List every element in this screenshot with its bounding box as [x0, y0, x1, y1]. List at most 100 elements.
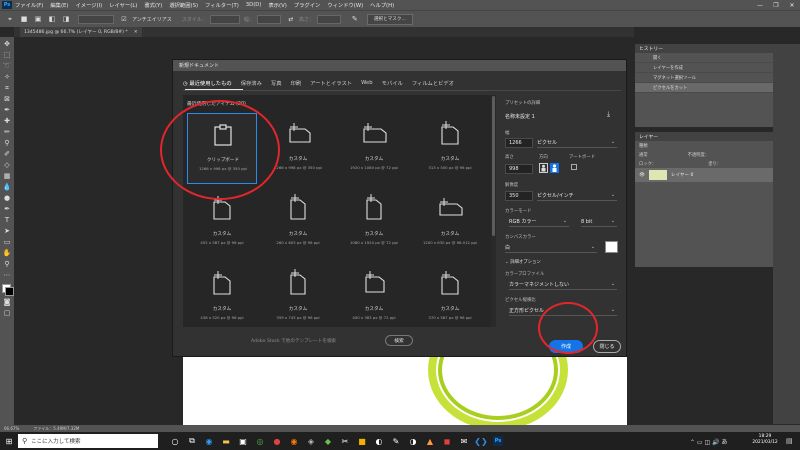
visibility-eye-icon[interactable]: 👁 — [639, 173, 645, 178]
layers-panel-title[interactable]: レイヤー — [635, 132, 773, 141]
preset-custom[interactable]: カスタム 260 x 603 px @ 96 ppi — [263, 188, 333, 259]
preset-custom[interactable]: カスタム 313 x 500 px @ 96 ppi — [415, 113, 485, 184]
intersect-selection-icon[interactable]: ◨ — [62, 15, 70, 23]
app-icon[interactable]: ◆ — [323, 436, 333, 446]
blur-tool-icon[interactable]: 💧 — [3, 183, 12, 191]
tab-art-illustration[interactable]: アートとイラスト — [310, 79, 352, 87]
color-mode-select[interactable]: RGB カラー ⌄ — [509, 217, 569, 227]
dodge-tool-icon[interactable]: ● — [3, 194, 11, 202]
app-icon[interactable]: ✉ — [459, 436, 469, 446]
close-window-button[interactable]: ✕ — [784, 0, 800, 10]
canvas-color-swatch[interactable] — [605, 241, 618, 253]
menu-select[interactable]: 選択範囲(S) — [169, 1, 198, 9]
marquee-tool-icon[interactable]: ⬚ — [3, 51, 11, 59]
document-name-field[interactable]: 名称未設定 1 — [505, 113, 535, 120]
layer-row[interactable]: 👁 レイヤー 0 — [635, 168, 773, 182]
tab-saved[interactable]: 保存済み — [241, 79, 262, 87]
clock[interactable]: 18:29 2021/03/12 — [748, 434, 782, 446]
history-item[interactable]: 開く — [635, 53, 773, 63]
preset-custom[interactable]: カスタム 436 x 520 px @ 96 ppi — [187, 263, 257, 334]
cortana-icon[interactable]: ○ — [170, 436, 180, 446]
layer-filter-select[interactable]: 種類 — [639, 143, 648, 149]
document-canvas[interactable] — [183, 350, 627, 430]
resolution-input[interactable]: 350 — [505, 191, 533, 201]
gradient-tool-icon[interactable]: ▦ — [3, 172, 11, 180]
document-tab[interactable]: 1345486.jpg @ 66.7% (レイヤー 0, RGB/8#) * ✕ — [20, 27, 142, 37]
advanced-options-toggle[interactable]: ⌄ 詳細オプション — [505, 259, 541, 265]
history-panel-title[interactable]: ヒストリー — [635, 44, 773, 53]
path-select-tool-icon[interactable]: ➤ — [3, 227, 11, 235]
photoshop-taskbar-icon[interactable]: Ps — [493, 436, 503, 446]
history-item[interactable]: レイヤーを作成 — [635, 63, 773, 73]
app-icon[interactable]: ◈ — [306, 436, 316, 446]
file-size-info[interactable]: ファイル：5.49M/7.32M — [33, 426, 79, 432]
eraser-tool-icon[interactable]: ◇ — [3, 161, 11, 169]
hand-tool-icon[interactable]: ✋ — [3, 249, 12, 257]
task-view-icon[interactable]: ⧉ — [187, 436, 197, 446]
height-input[interactable] — [316, 14, 341, 24]
notification-icon[interactable]: ▤ — [786, 437, 793, 445]
app-icon[interactable]: ✂ — [340, 436, 350, 446]
history-brush-tool-icon[interactable]: ✐ — [3, 150, 11, 158]
rectangle-tool-icon[interactable]: ▭ — [3, 238, 11, 246]
preset-custom[interactable]: カスタム 1200 x 630 px @ 96.012 ppi — [415, 188, 485, 259]
preset-custom[interactable]: カスタム 400 x 383 px @ 72 ppi — [339, 263, 409, 334]
app-icon[interactable]: ▲ — [425, 436, 435, 446]
tab-film-video[interactable]: フィルムとビデオ — [412, 79, 454, 87]
close-tab-icon[interactable]: ✕ — [134, 30, 138, 35]
menu-type[interactable]: 書式(Y) — [144, 1, 162, 9]
app-icon[interactable]: ■ — [357, 436, 367, 446]
tab-print[interactable]: 印刷 — [291, 79, 302, 87]
menu-filter[interactable]: フィルター(T) — [205, 1, 239, 9]
color-profile-select[interactable]: カラーマネジメントしない ⌄ — [509, 280, 617, 290]
width-unit-select[interactable]: ピクセル ⌄ — [537, 138, 617, 148]
stamp-tool-icon[interactable]: ⚲ — [3, 139, 11, 147]
healing-brush-tool-icon[interactable]: ✚ — [3, 117, 11, 125]
style-select[interactable] — [209, 14, 240, 24]
brush-tool-icon[interactable]: ✏ — [3, 128, 11, 136]
vscode-icon[interactable]: ❮❯ — [474, 436, 487, 446]
edge-icon[interactable]: ◉ — [204, 436, 214, 446]
menu-window[interactable]: ウィンドウ(W) — [327, 1, 363, 9]
add-selection-icon[interactable]: ▣ — [34, 15, 42, 23]
marquee-tool-icon[interactable]: ⌖ — [6, 15, 14, 23]
stock-search-input[interactable]: Adobe Stock で他のテンプレートを検索 — [251, 334, 381, 347]
move-tool-icon[interactable]: ✥ — [3, 40, 11, 48]
app-icon[interactable]: ◐ — [374, 436, 384, 446]
maximize-button[interactable]: ❐ — [768, 0, 784, 10]
app-icon[interactable]: ◑ — [408, 436, 418, 446]
minimize-button[interactable]: — — [752, 0, 768, 10]
tab-mobile[interactable]: モバイル — [382, 79, 403, 87]
history-item-selected[interactable]: ピクセルをカット — [635, 83, 773, 93]
taskbar-search-box[interactable]: ⚲ ここに入力して検索 — [18, 434, 158, 448]
select-mask-button[interactable]: 選択とマスク... — [366, 13, 413, 25]
frame-tool-icon[interactable]: ⊠ — [3, 95, 11, 103]
swap-icon[interactable]: ⇄ — [287, 15, 295, 23]
type-tool-icon[interactable]: T — [3, 216, 11, 224]
windows-start-icon[interactable]: ⊞ — [4, 436, 14, 446]
recent-scrollbar-thumb[interactable] — [492, 96, 495, 236]
quick-mask-icon[interactable]: ◙ — [3, 298, 11, 306]
tab-web[interactable]: Web — [361, 80, 373, 86]
preset-custom[interactable]: カスタム 1080 x 1920 px @ 72 ppi — [339, 188, 409, 259]
pen-tool-icon[interactable]: ✒ — [3, 205, 11, 213]
resolution-unit-select[interactable]: ピクセル/インチ ⌄ — [537, 191, 617, 201]
screen-mode-icon[interactable]: ▢ — [3, 309, 11, 317]
app-icon[interactable]: ◼ — [442, 436, 452, 446]
firefox-icon[interactable]: ◉ — [289, 436, 299, 446]
menu-help[interactable]: ヘルプ(H) — [370, 1, 394, 9]
menu-file[interactable]: ファイル(F) — [15, 1, 43, 9]
menu-3d[interactable]: 3D(D) — [246, 2, 262, 8]
background-color-swatch[interactable] — [5, 287, 14, 296]
tab-recent[interactable]: ◷ 最近使用したもの — [183, 79, 232, 87]
new-selection-icon[interactable]: ■ — [20, 15, 28, 23]
artboard-checkbox[interactable] — [571, 164, 577, 170]
zoom-tool-icon[interactable]: ⚲ — [3, 260, 11, 268]
bit-depth-select[interactable]: 8 bit ⌄ — [581, 217, 617, 227]
landscape-orientation-button[interactable] — [550, 163, 559, 173]
canvas-color-select[interactable]: 白 ⌄ — [505, 243, 597, 253]
menu-edit[interactable]: 編集(E) — [50, 1, 68, 9]
blend-mode-select[interactable]: 通常 — [639, 152, 648, 158]
menu-plugins[interactable]: プラグイン — [294, 1, 321, 9]
history-item[interactable]: マグネット選択ツール — [635, 73, 773, 83]
